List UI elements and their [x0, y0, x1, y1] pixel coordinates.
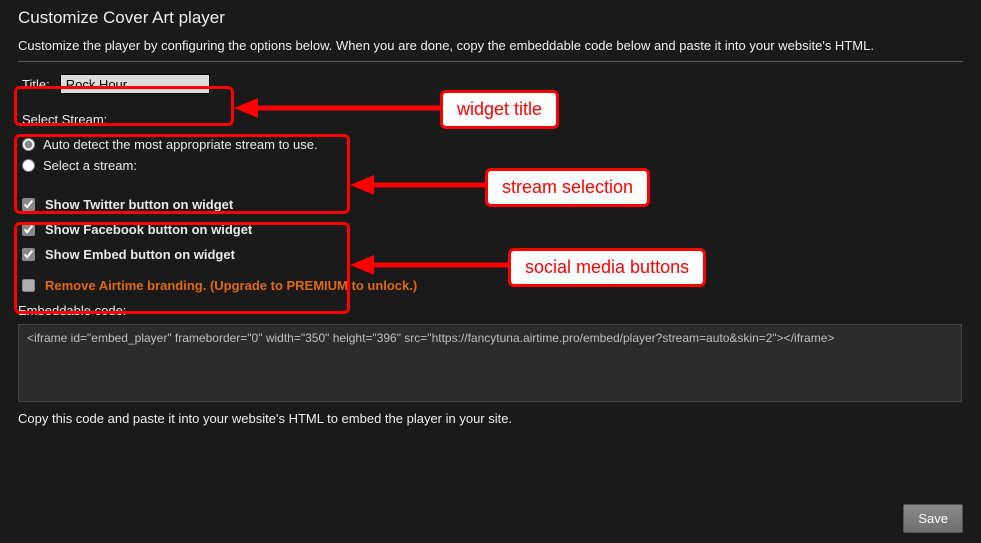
title-field-row: Title: [18, 68, 232, 100]
page-subtitle: Customize the player by configuring the … [18, 38, 963, 62]
page-title: Customize Cover Art player [18, 8, 963, 28]
embed-checkbox[interactable] [22, 248, 35, 261]
stream-block: Select Stream: Auto detect the most appr… [18, 106, 348, 185]
embed-code-textarea[interactable] [18, 324, 962, 402]
facebook-label: Show Facebook button on widget [45, 222, 252, 237]
premium-checkbox [22, 279, 35, 292]
twitter-checkbox[interactable] [22, 198, 35, 211]
title-input[interactable] [60, 74, 210, 94]
premium-label: Remove Airtime branding. (Upgrade to PRE… [45, 278, 417, 293]
embed-code-label: Embeddable code: [18, 303, 963, 318]
save-button[interactable]: Save [903, 504, 963, 533]
title-label: Title: [22, 77, 50, 92]
facebook-checkbox[interactable] [22, 223, 35, 236]
embed-label: Show Embed button on widget [45, 247, 235, 262]
stream-auto-radio[interactable] [22, 138, 35, 151]
social-checks: Show Twitter button on widget Show Faceb… [18, 191, 348, 278]
stream-auto-label: Auto detect the most appropriate stream … [43, 137, 318, 152]
stream-label: Select Stream: [22, 112, 348, 127]
stream-select-label: Select a stream: [43, 158, 137, 173]
stream-select-radio[interactable] [22, 159, 35, 172]
embed-note: Copy this code and paste it into your we… [18, 411, 963, 426]
twitter-label: Show Twitter button on widget [45, 197, 233, 212]
